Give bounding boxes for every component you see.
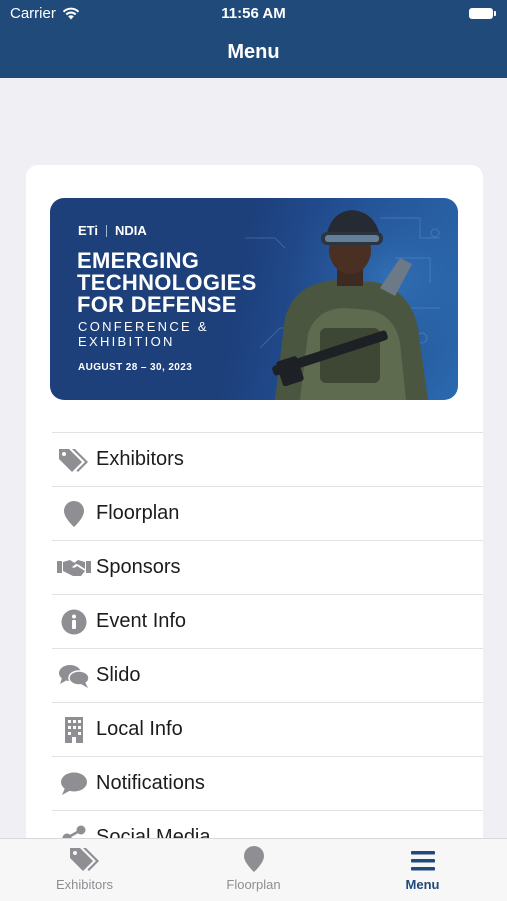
hamburger-icon	[338, 839, 507, 873]
menu-item-notifications[interactable]: Notifications	[52, 756, 483, 810]
battery-icon	[469, 8, 496, 19]
banner-logos: ETi NDIA	[78, 223, 147, 238]
page-title: Menu	[227, 41, 280, 63]
menu-item-exhibitors[interactable]: Exhibitors	[52, 432, 483, 486]
banner-subtitle: CONFERENCE & EXHIBITION	[78, 319, 209, 349]
menu-item-label: Floorplan	[96, 502, 180, 524]
menu-list: Exhibitors Floorplan Sponsors Event Info…	[52, 432, 483, 864]
clock: 11:56 AM	[221, 5, 286, 22]
building-icon	[52, 716, 96, 744]
menu-item-floorplan[interactable]: Floorplan	[52, 486, 483, 540]
banner-subtitle-line-2: EXHIBITION	[78, 334, 175, 349]
menu-item-label: Notifications	[96, 772, 205, 794]
menu-item-label: Exhibitors	[96, 448, 184, 470]
tab-bar: Exhibitors Floorplan Menu	[0, 838, 507, 901]
menu-item-sponsors[interactable]: Sponsors	[52, 540, 483, 594]
tags-icon	[0, 839, 169, 873]
eti-logo: ETi	[78, 223, 98, 238]
banner-title: EMERGING TECHNOLOGIES FOR DEFENSE	[77, 250, 257, 316]
status-bar: Carrier 11:56 AM	[0, 0, 507, 28]
tab-label: Menu	[405, 877, 440, 892]
tab-label: Floorplan	[226, 877, 281, 892]
map-pin-icon	[169, 839, 338, 873]
tab-menu[interactable]: Menu	[338, 839, 507, 901]
menu-item-label: Event Info	[96, 610, 187, 632]
tab-floorplan[interactable]: Floorplan	[169, 839, 338, 901]
banner-title-line-1: EMERGING	[77, 248, 200, 273]
handshake-icon	[52, 557, 96, 579]
banner-title-line-2: TECHNOLOGIES	[77, 270, 257, 295]
banner-title-line-3: FOR DEFENSE	[77, 292, 237, 317]
tab-label: Exhibitors	[55, 877, 114, 892]
menu-item-label: Local Info	[96, 718, 183, 740]
menu-item-local-info[interactable]: Local Info	[52, 702, 483, 756]
banner-dates: AUGUST 28 – 30, 2023	[78, 362, 193, 373]
info-icon	[52, 609, 96, 635]
tags-icon	[52, 446, 96, 474]
menu-item-event-info[interactable]: Event Info	[52, 594, 483, 648]
navigation-bar: Menu	[0, 28, 507, 78]
ndia-logo: NDIA	[115, 223, 147, 238]
menu-item-slido[interactable]: Slido	[52, 648, 483, 702]
menu-item-label: Sponsors	[96, 556, 181, 578]
logo-divider	[106, 224, 107, 237]
menu-card: ETi NDIA EMERGING TECHNOLOGIES FOR DEFEN…	[26, 165, 483, 865]
menu-item-label: Slido	[96, 664, 141, 686]
comment-icon	[52, 772, 96, 796]
event-banner[interactable]: ETi NDIA EMERGING TECHNOLOGIES FOR DEFEN…	[50, 198, 458, 400]
chat-bubbles-icon	[52, 663, 96, 689]
tab-exhibitors[interactable]: Exhibitors	[0, 839, 169, 901]
map-pin-icon	[52, 500, 96, 528]
banner-subtitle-line-1: CONFERENCE &	[78, 319, 209, 334]
